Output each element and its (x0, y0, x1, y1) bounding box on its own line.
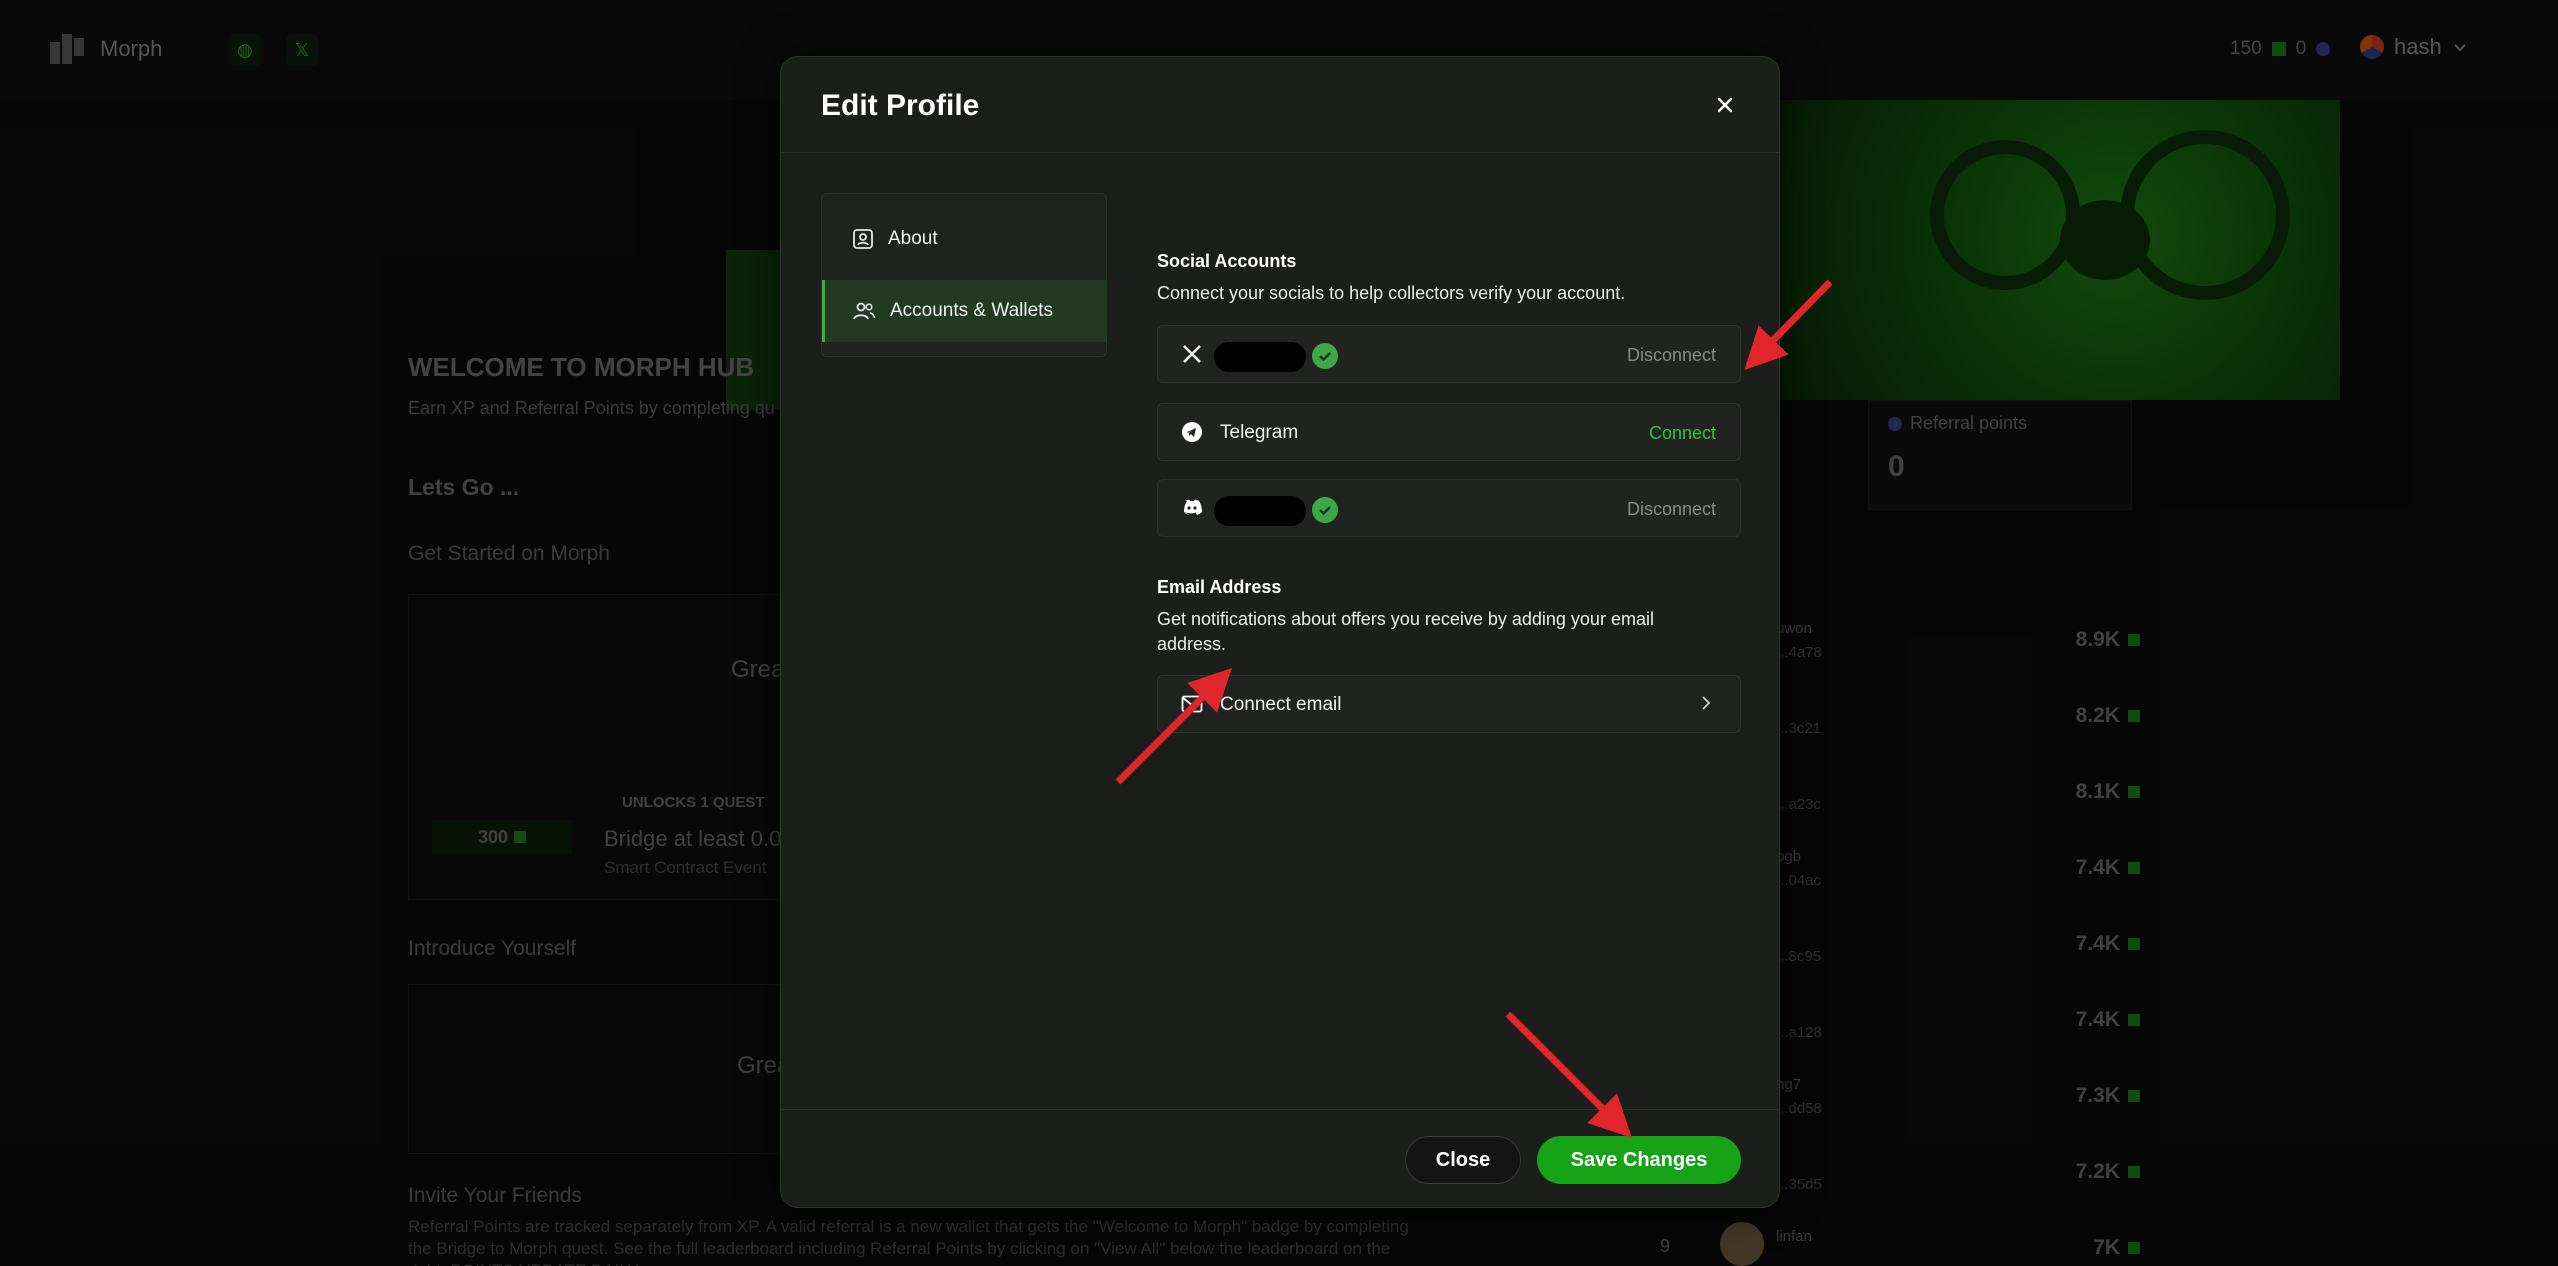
social-row-telegram: Telegram Connect (1157, 403, 1741, 461)
modal-header: Edit Profile (781, 57, 1779, 153)
disconnect-discord-button[interactable]: Disconnect (1627, 499, 1716, 520)
connect-email-label: Connect email (1220, 694, 1342, 715)
mail-icon (1180, 692, 1204, 716)
nav-label-accounts-wallets: Accounts & Wallets (890, 300, 1053, 321)
nav-item-about[interactable]: About (822, 208, 1106, 270)
chevron-right-icon (1700, 694, 1712, 717)
nav-label-about: About (888, 228, 938, 249)
redacted-username (1214, 496, 1306, 526)
save-changes-button[interactable]: Save Changes (1537, 1136, 1741, 1184)
modal-title: Edit Profile (821, 89, 980, 122)
close-icon[interactable] (1711, 91, 1739, 119)
social-accounts-title: Social Accounts (1157, 251, 1297, 271)
social-row-discord: Disconnect (1157, 479, 1741, 537)
email-address-title: Email Address (1157, 577, 1282, 597)
nav-item-accounts-wallets[interactable]: Accounts & Wallets (822, 280, 1106, 342)
x-logo-icon (1180, 342, 1204, 366)
user-card-icon (853, 229, 873, 249)
discord-icon (1180, 496, 1204, 520)
profile-sidenav: About Accounts & Wallets (821, 193, 1107, 357)
telegram-label: Telegram (1220, 422, 1299, 443)
connect-telegram-button[interactable]: Connect (1649, 423, 1716, 444)
social-row-x: Disconnect (1157, 325, 1741, 383)
telegram-icon (1180, 420, 1204, 444)
connect-email-button[interactable]: Connect email (1157, 675, 1741, 733)
edit-profile-modal: Edit Profile About Accounts & Wallets So… (780, 56, 1780, 1208)
users-icon (853, 302, 876, 320)
modal-footer: Close Save Changes (781, 1109, 1779, 1207)
redacted-username (1214, 342, 1306, 372)
disconnect-x-button[interactable]: Disconnect (1627, 345, 1716, 366)
email-address-desc: Get notifications about offers you recei… (1157, 609, 1654, 654)
social-accounts-desc: Connect your socials to help collectors … (1157, 283, 1626, 303)
verified-check-icon (1312, 343, 1338, 369)
close-button[interactable]: Close (1405, 1136, 1521, 1184)
verified-check-icon (1312, 497, 1338, 523)
